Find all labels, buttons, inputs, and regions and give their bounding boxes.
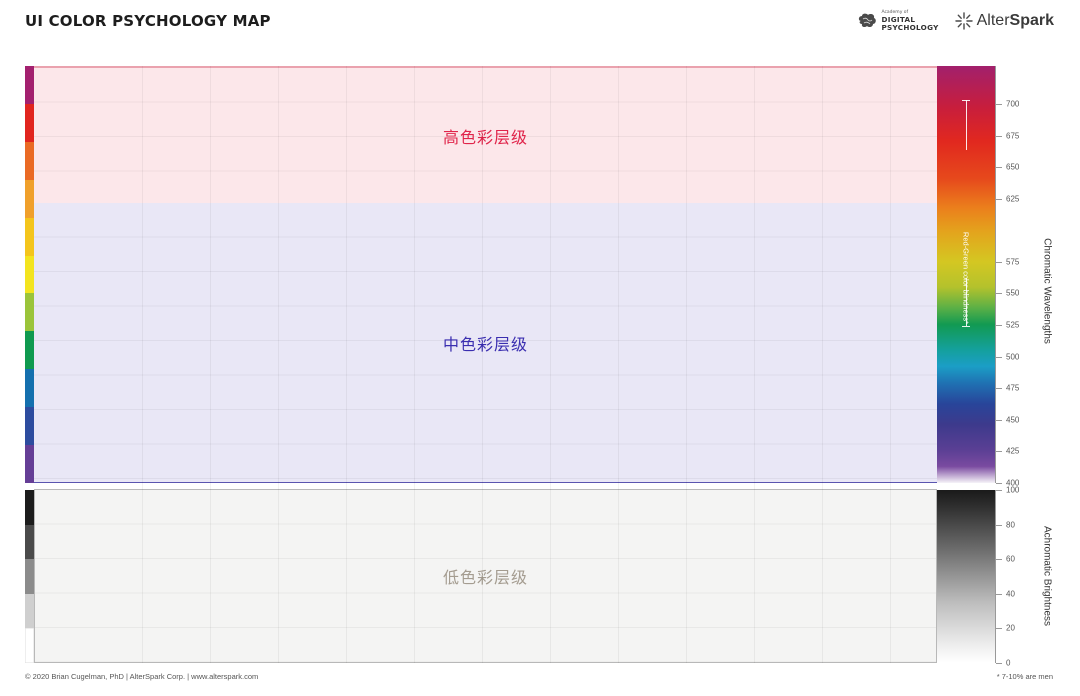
alterspark-logo: AlterSpark xyxy=(954,12,1054,30)
alterspark-wordmark: AlterSpark xyxy=(977,12,1054,30)
mid-color-tier: 中色彩层级 xyxy=(34,203,937,483)
chromatic-tick-10 xyxy=(996,451,1002,453)
vertical-grid-line-3 xyxy=(346,66,347,663)
vertical-grid-line-6 xyxy=(550,66,551,663)
chromatic-tick-label-10: 425 xyxy=(1006,446,1020,456)
chromatic-tick-1 xyxy=(996,135,1002,137)
achromatic-axis-line xyxy=(995,490,996,663)
chromatic-tick-label-1: 675 xyxy=(1006,131,1020,140)
chromatic-swatch-5 xyxy=(25,255,34,294)
chromatic-tick-2 xyxy=(996,167,1002,169)
achromatic-tick-label-1: 80 xyxy=(1006,520,1015,530)
achromatic-brightness-bar xyxy=(937,490,995,663)
chromatic-tick-label-6: 525 xyxy=(1006,320,1020,330)
achromatic-tick-label-0: 100 xyxy=(1006,485,1020,495)
chromatic-swatch-0 xyxy=(25,66,34,104)
chromatic-tick-label-4: 575 xyxy=(1006,257,1020,267)
chromatic-tick-label-8: 475 xyxy=(1006,383,1020,393)
chromatic-tick-label-5: 550 xyxy=(1006,288,1020,298)
vertical-grid-line-11 xyxy=(890,66,891,663)
adp-line2: PSYCHOLOGY xyxy=(881,23,939,32)
chromatic-swatch-2 xyxy=(25,141,34,180)
chromatic-tick-3 xyxy=(996,198,1002,200)
achromatic-swatch-1 xyxy=(25,524,34,560)
chromatic-swatch-8 xyxy=(25,369,34,408)
chromatic-swatch-1 xyxy=(25,103,34,142)
achromatic-tick-4 xyxy=(996,628,1002,630)
chromatic-swatch-6 xyxy=(25,293,34,332)
chromatic-tick-11 xyxy=(996,483,1002,484)
chromatic-axis-title: Chromatic Wavelengths xyxy=(1041,238,1053,344)
spark-text: Spark xyxy=(1009,12,1054,29)
achromatic-tick-label-2: 60 xyxy=(1006,554,1015,564)
achromatic-tick-0 xyxy=(996,490,1002,491)
chromatic-swatch-column xyxy=(25,66,34,483)
vertical-grid-line-4 xyxy=(414,66,415,663)
high-color-tier-label: 高色彩层级 xyxy=(442,127,528,147)
vertical-grid-line-10 xyxy=(822,66,823,663)
chromatic-tick-label-0: 700 xyxy=(1006,99,1020,109)
academy-digital-psychology-logo: Academy of DIGITAL PSYCHOLOGY xyxy=(857,10,938,32)
chromatic-tick-label-3: 625 xyxy=(1006,194,1020,204)
mid-color-tier-label: 中色彩层级 xyxy=(442,334,528,354)
achromatic-tick-2 xyxy=(996,559,1002,561)
chromatic-tick-label-7: 500 xyxy=(1006,352,1020,362)
brain-icon xyxy=(859,13,877,28)
vertical-grid-line-1 xyxy=(210,66,211,663)
vertical-grid-line-9 xyxy=(754,66,755,663)
chromatic-swatch-9 xyxy=(25,407,34,446)
alter-text: Alter xyxy=(976,12,1010,29)
achromatic-swatch-2 xyxy=(25,559,34,594)
chromatic-tick-4 xyxy=(996,261,1002,263)
chromatic-tick-0 xyxy=(996,103,1002,105)
colorblind-range-cap-bottom xyxy=(962,326,970,327)
low-color-tier-label: 低色彩层级 xyxy=(442,568,528,587)
low-color-tier: 低色彩层级 xyxy=(34,489,937,663)
chromatic-spectrum-bar: Red-Green color blindness* xyxy=(937,66,995,483)
high-color-tier: 高色彩层级 xyxy=(34,66,937,204)
chromatic-swatch-10 xyxy=(25,445,34,483)
achromatic-tick-3 xyxy=(996,593,1002,595)
footer-credits: © 2020 Brian Cugelman, PhD | AlterSpark … xyxy=(25,672,259,681)
adp-text: Academy of DIGITAL PSYCHOLOGY xyxy=(881,10,938,32)
achromatic-axis-title: Achromatic Brightness xyxy=(1041,525,1053,627)
page-title: UI COLOR PSYCHOLOGY MAP xyxy=(25,12,271,30)
chromatic-swatch-4 xyxy=(25,217,34,256)
achromatic-swatch-0 xyxy=(25,490,34,525)
vertical-grid-line-8 xyxy=(686,66,687,663)
footer-note: * 7-10% are men xyxy=(996,672,1053,681)
spark-icon xyxy=(954,12,973,30)
achromatic-tick-label-5: 0 xyxy=(1006,658,1011,668)
achromatic-swatch-3 xyxy=(25,593,34,629)
achromatic-tick-1 xyxy=(996,524,1002,526)
chromatic-swatch-3 xyxy=(25,179,34,218)
colorblind-range-line-bottom xyxy=(965,278,967,326)
achromatic-tick-5 xyxy=(996,663,1002,664)
chromatic-tick-7 xyxy=(996,356,1002,358)
logo-group: Academy of DIGITAL PSYCHOLOGY AlterSpark xyxy=(857,10,1054,32)
achromatic-swatch-column xyxy=(25,490,34,663)
achromatic-swatch-4 xyxy=(25,628,34,663)
vertical-grid-line-0 xyxy=(142,66,143,663)
chromatic-tick-9 xyxy=(996,419,1002,421)
chromatic-swatch-7 xyxy=(25,331,34,370)
achromatic-tick-label-4: 20 xyxy=(1006,623,1015,633)
vertical-grid-line-7 xyxy=(618,66,619,663)
chromatic-tick-label-9: 450 xyxy=(1006,415,1020,425)
achromatic-tick-label-3: 40 xyxy=(1006,589,1015,599)
chromatic-tick-6 xyxy=(996,325,1002,327)
chromatic-tick-5 xyxy=(996,293,1002,295)
chromatic-tick-label-2: 650 xyxy=(1006,162,1020,172)
chromatic-tick-8 xyxy=(996,388,1002,390)
vertical-grid-line-2 xyxy=(278,66,279,663)
vertical-grid-line-5 xyxy=(482,66,483,663)
colorblind-range-line-top xyxy=(965,100,967,150)
